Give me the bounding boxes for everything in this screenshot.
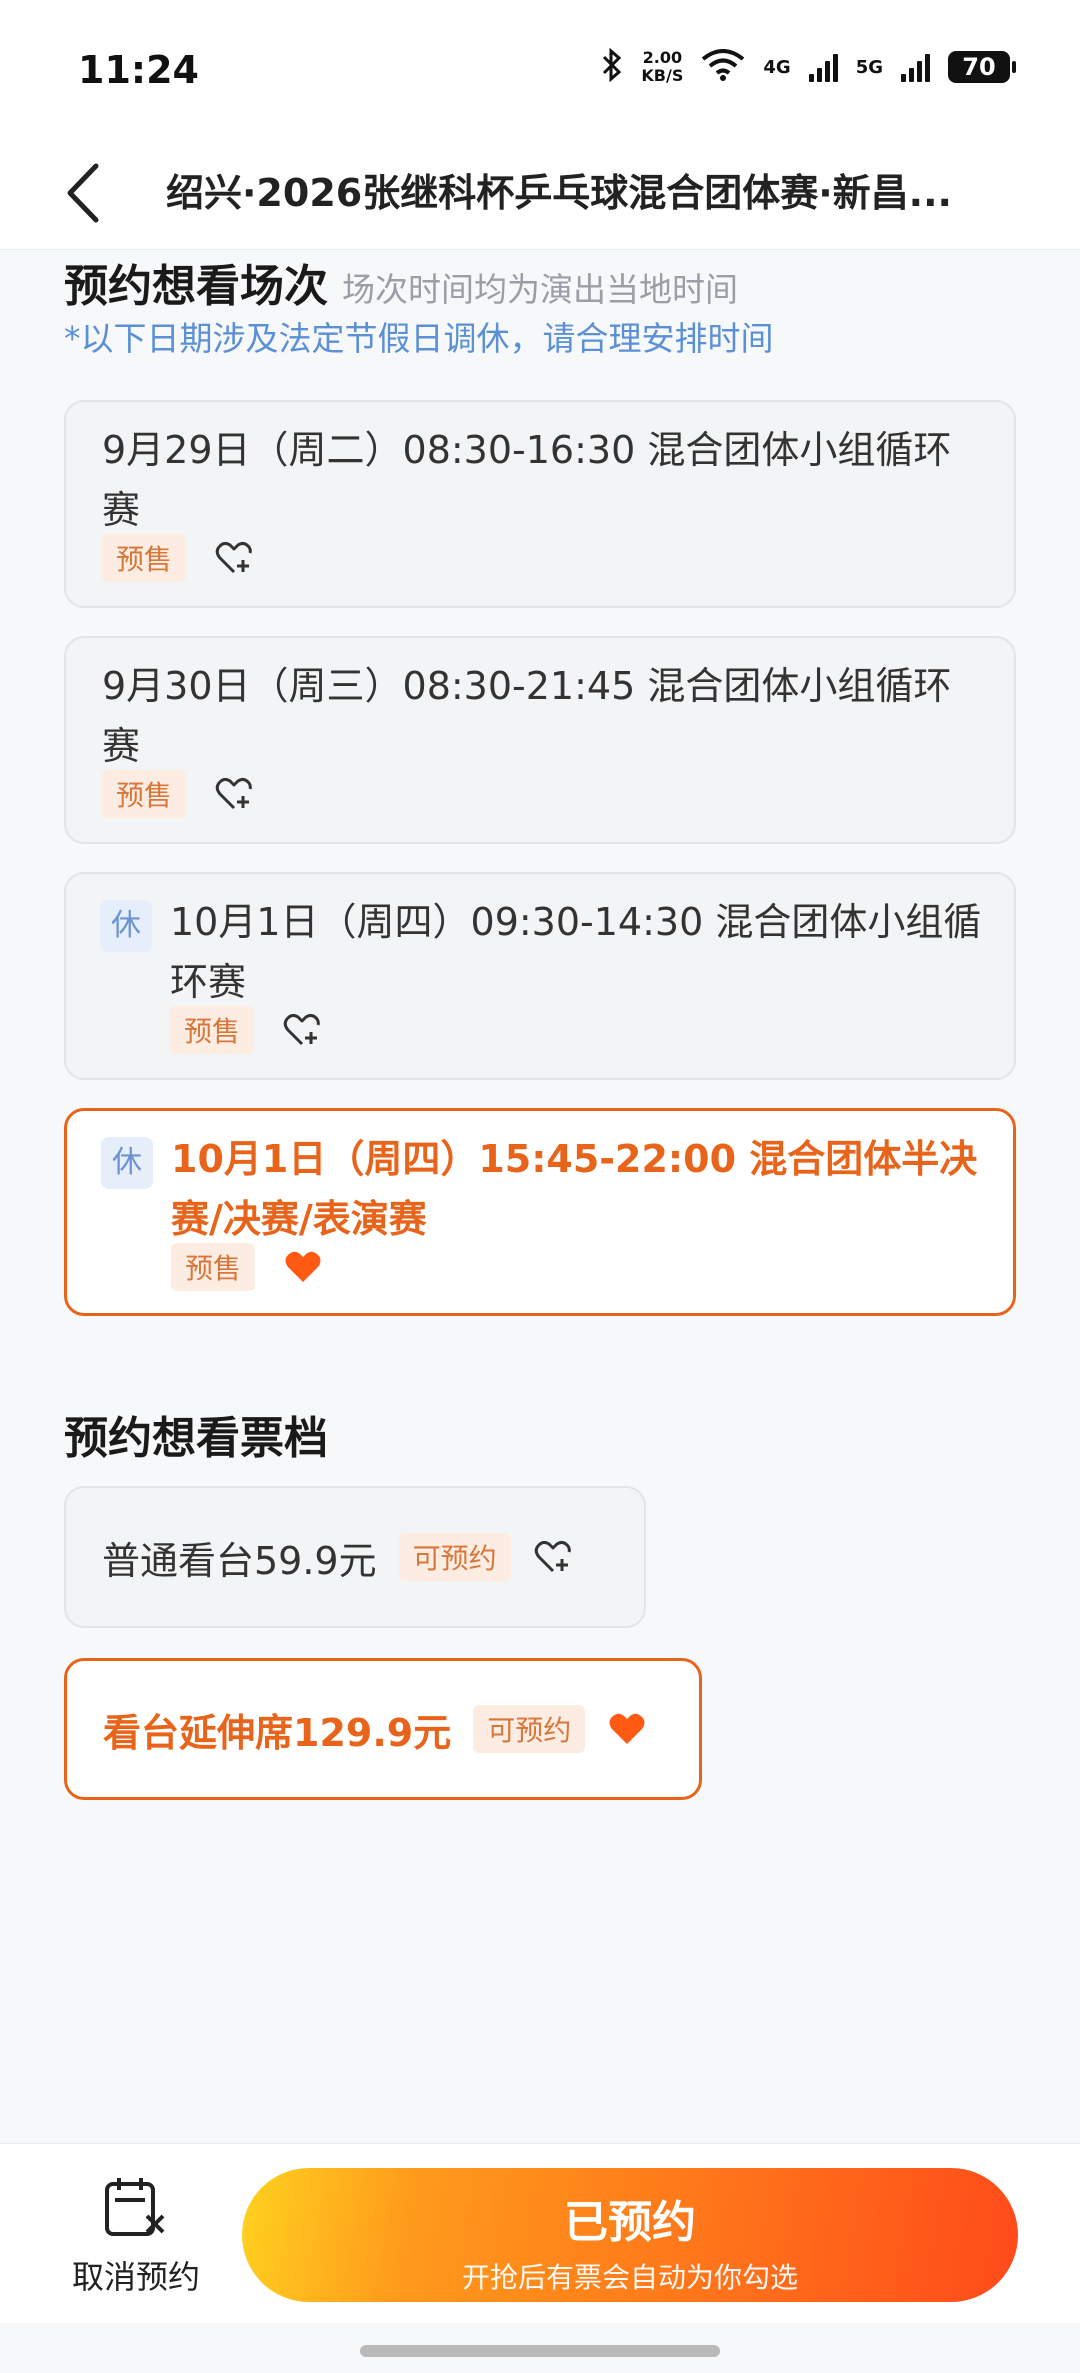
tickets-heading: 预约想看票档	[64, 1413, 328, 1464]
status-bar: 11:24 2.00 KB/S 4G 5G 70	[0, 0, 1080, 140]
holiday-notice: *以下日期涉及法定节假日调休，请合理安排时间	[64, 319, 774, 358]
back-button[interactable]	[60, 158, 120, 228]
signal-4g-icon	[808, 52, 838, 82]
heart-add-icon[interactable]	[214, 538, 254, 578]
heart-add-icon[interactable]	[282, 1010, 322, 1050]
heart-filled-icon[interactable]	[283, 1247, 323, 1287]
heart-add-icon[interactable]	[533, 1537, 573, 1577]
reserved-button[interactable]: 已预约 开抢后有票会自动为你勾选	[242, 2168, 1018, 2302]
ticket-tier-card-selected[interactable]: 看台延伸席129.9元 可预约	[64, 1658, 702, 1800]
status-icons: 2.00 KB/S 4G 5G 70	[601, 47, 1016, 86]
reservable-tag: 可预约	[473, 1705, 586, 1753]
reserved-sublabel: 开抢后有票会自动为你勾选	[461, 2261, 798, 2294]
ticket-tier-name: 普通看台59.9元	[102, 1538, 377, 1583]
reserved-label: 已预约	[564, 2197, 696, 2248]
bluetooth-icon	[601, 47, 623, 86]
nav-bar: 绍兴·2026张继科杯乒乓球混合团体赛·新昌...	[0, 140, 1080, 250]
session-text: 9月30日（周三）08:30-21:45 混合团体小组循环赛	[102, 664, 952, 768]
chevron-left-icon	[67, 163, 99, 223]
battery-indicator: 70	[948, 51, 1016, 83]
page-title: 绍兴·2026张继科杯乒乓球混合团体赛·新昌...	[166, 171, 952, 215]
sessions-heading: 预约想看场次 场次时间均为演出当地时间	[64, 261, 738, 312]
heart-add-icon[interactable]	[214, 774, 254, 814]
presale-tag: 预售	[102, 770, 187, 818]
ticket-tier-name: 看台延伸席129.9元	[103, 1710, 452, 1755]
wifi-icon	[701, 49, 745, 85]
presale-tag: 预售	[171, 1243, 256, 1291]
sessions-subtitle: 场次时间均为演出当地时间	[342, 270, 738, 309]
reservable-tag: 可预约	[398, 1533, 511, 1581]
network-4g-label: 4G	[763, 56, 791, 78]
home-indicator[interactable]	[360, 2345, 720, 2357]
network-speed: 2.00 KB/S	[641, 48, 684, 85]
bottom-action-bar: 取消预约 已预约 开抢后有票会自动为你勾选	[0, 2143, 1080, 2323]
presale-tag: 预售	[102, 534, 187, 582]
network-5g-label: 5G	[855, 56, 883, 78]
signal-5g-icon	[901, 52, 930, 82]
status-time: 11:24	[78, 48, 199, 92]
calendar-cancel-icon	[105, 2178, 165, 2236]
session-text: 9月29日（周二）08:30-16:30 混合团体小组循环赛	[102, 428, 952, 532]
presale-tag: 预售	[170, 1006, 255, 1054]
session-card[interactable]: 9月30日（周三）08:30-21:45 混合团体小组循环赛 预售	[64, 636, 1016, 844]
cancel-reservation-button[interactable]: 取消预约	[56, 2174, 216, 2298]
ticket-tier-card[interactable]: 普通看台59.9元 可预约	[64, 1486, 646, 1628]
heart-filled-icon[interactable]	[607, 1709, 647, 1749]
holiday-rest-badge: 休	[101, 1137, 153, 1189]
session-text: 10月1日（周四）15:45-22:00 混合团体半决赛/决赛/表演赛	[171, 1137, 978, 1241]
session-card[interactable]: 9月29日（周二）08:30-16:30 混合团体小组循环赛 预售	[64, 400, 1016, 608]
cancel-label: 取消预约	[71, 2258, 200, 2296]
session-card[interactable]: 休 10月1日（周四）09:30-14:30 混合团体小组循环赛 预售	[64, 872, 1016, 1080]
session-text: 10月1日（周四）09:30-14:30 混合团体小组循环赛	[170, 900, 982, 1004]
session-card-selected[interactable]: 休 10月1日（周四）15:45-22:00 混合团体半决赛/决赛/表演赛 预售	[64, 1108, 1016, 1316]
holiday-rest-badge: 休	[100, 900, 152, 952]
